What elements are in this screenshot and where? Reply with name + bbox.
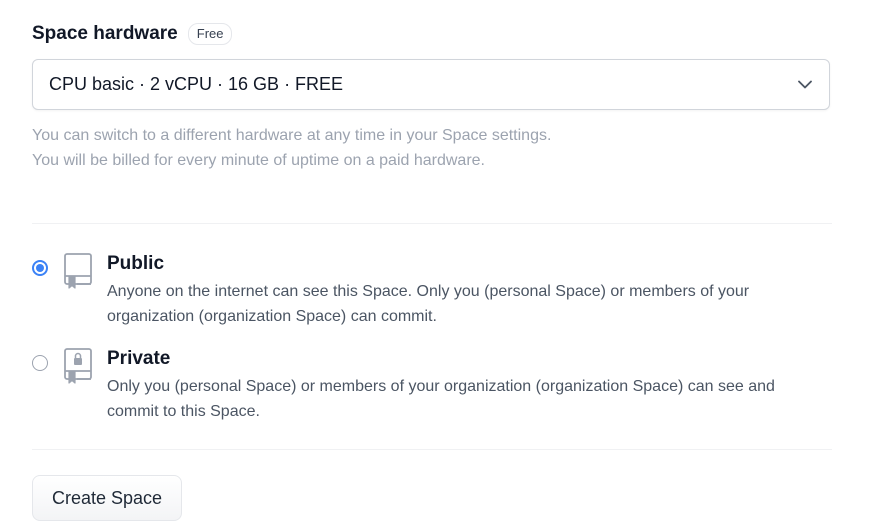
hardware-select-value: CPU basic · 2 vCPU · 16 GB · FREE [49,74,344,94]
public-title: Public [107,253,165,274]
divider [32,223,832,224]
divider [32,449,832,450]
private-description: Only you (personal Space) or members of … [107,374,827,424]
public-text: Public Anyone on the internet can see th… [107,252,827,329]
repo-lock-icon [62,347,94,387]
hardware-help-text: You can switch to a different hardware a… [32,123,551,173]
hardware-help-line-2: You will be billed for every minute of u… [32,152,485,169]
public-desc-line-1: Anyone on the internet can see this Spac… [107,283,750,300]
hardware-title: Space hardware [32,23,178,44]
visibility-option-public[interactable]: Public Anyone on the internet can see th… [32,252,832,332]
private-desc-line-2: commit to this Space. [107,403,260,420]
private-text: Private Only you (personal Space) or mem… [107,347,827,424]
public-desc-line-2: organization (organization Space) can co… [107,308,437,325]
public-radio[interactable] [32,260,48,276]
repo-icon [62,252,94,292]
chevron-down-icon [797,77,813,93]
private-title: Private [107,348,171,369]
private-desc-line-1: Only you (personal Space) or members of … [107,378,775,395]
visibility-option-private[interactable]: Private Only you (personal Space) or mem… [32,347,832,427]
create-space-button[interactable]: Create Space [32,475,182,521]
free-badge: Free [187,23,233,45]
hardware-help-line-1: You can switch to a different hardware a… [32,127,552,144]
private-radio[interactable] [32,355,48,371]
public-description: Anyone on the internet can see this Spac… [107,279,827,329]
hardware-select[interactable]: CPU basic · 2 vCPU · 16 GB · FREE [32,59,830,110]
hardware-header: Space hardware Free [32,22,233,46]
